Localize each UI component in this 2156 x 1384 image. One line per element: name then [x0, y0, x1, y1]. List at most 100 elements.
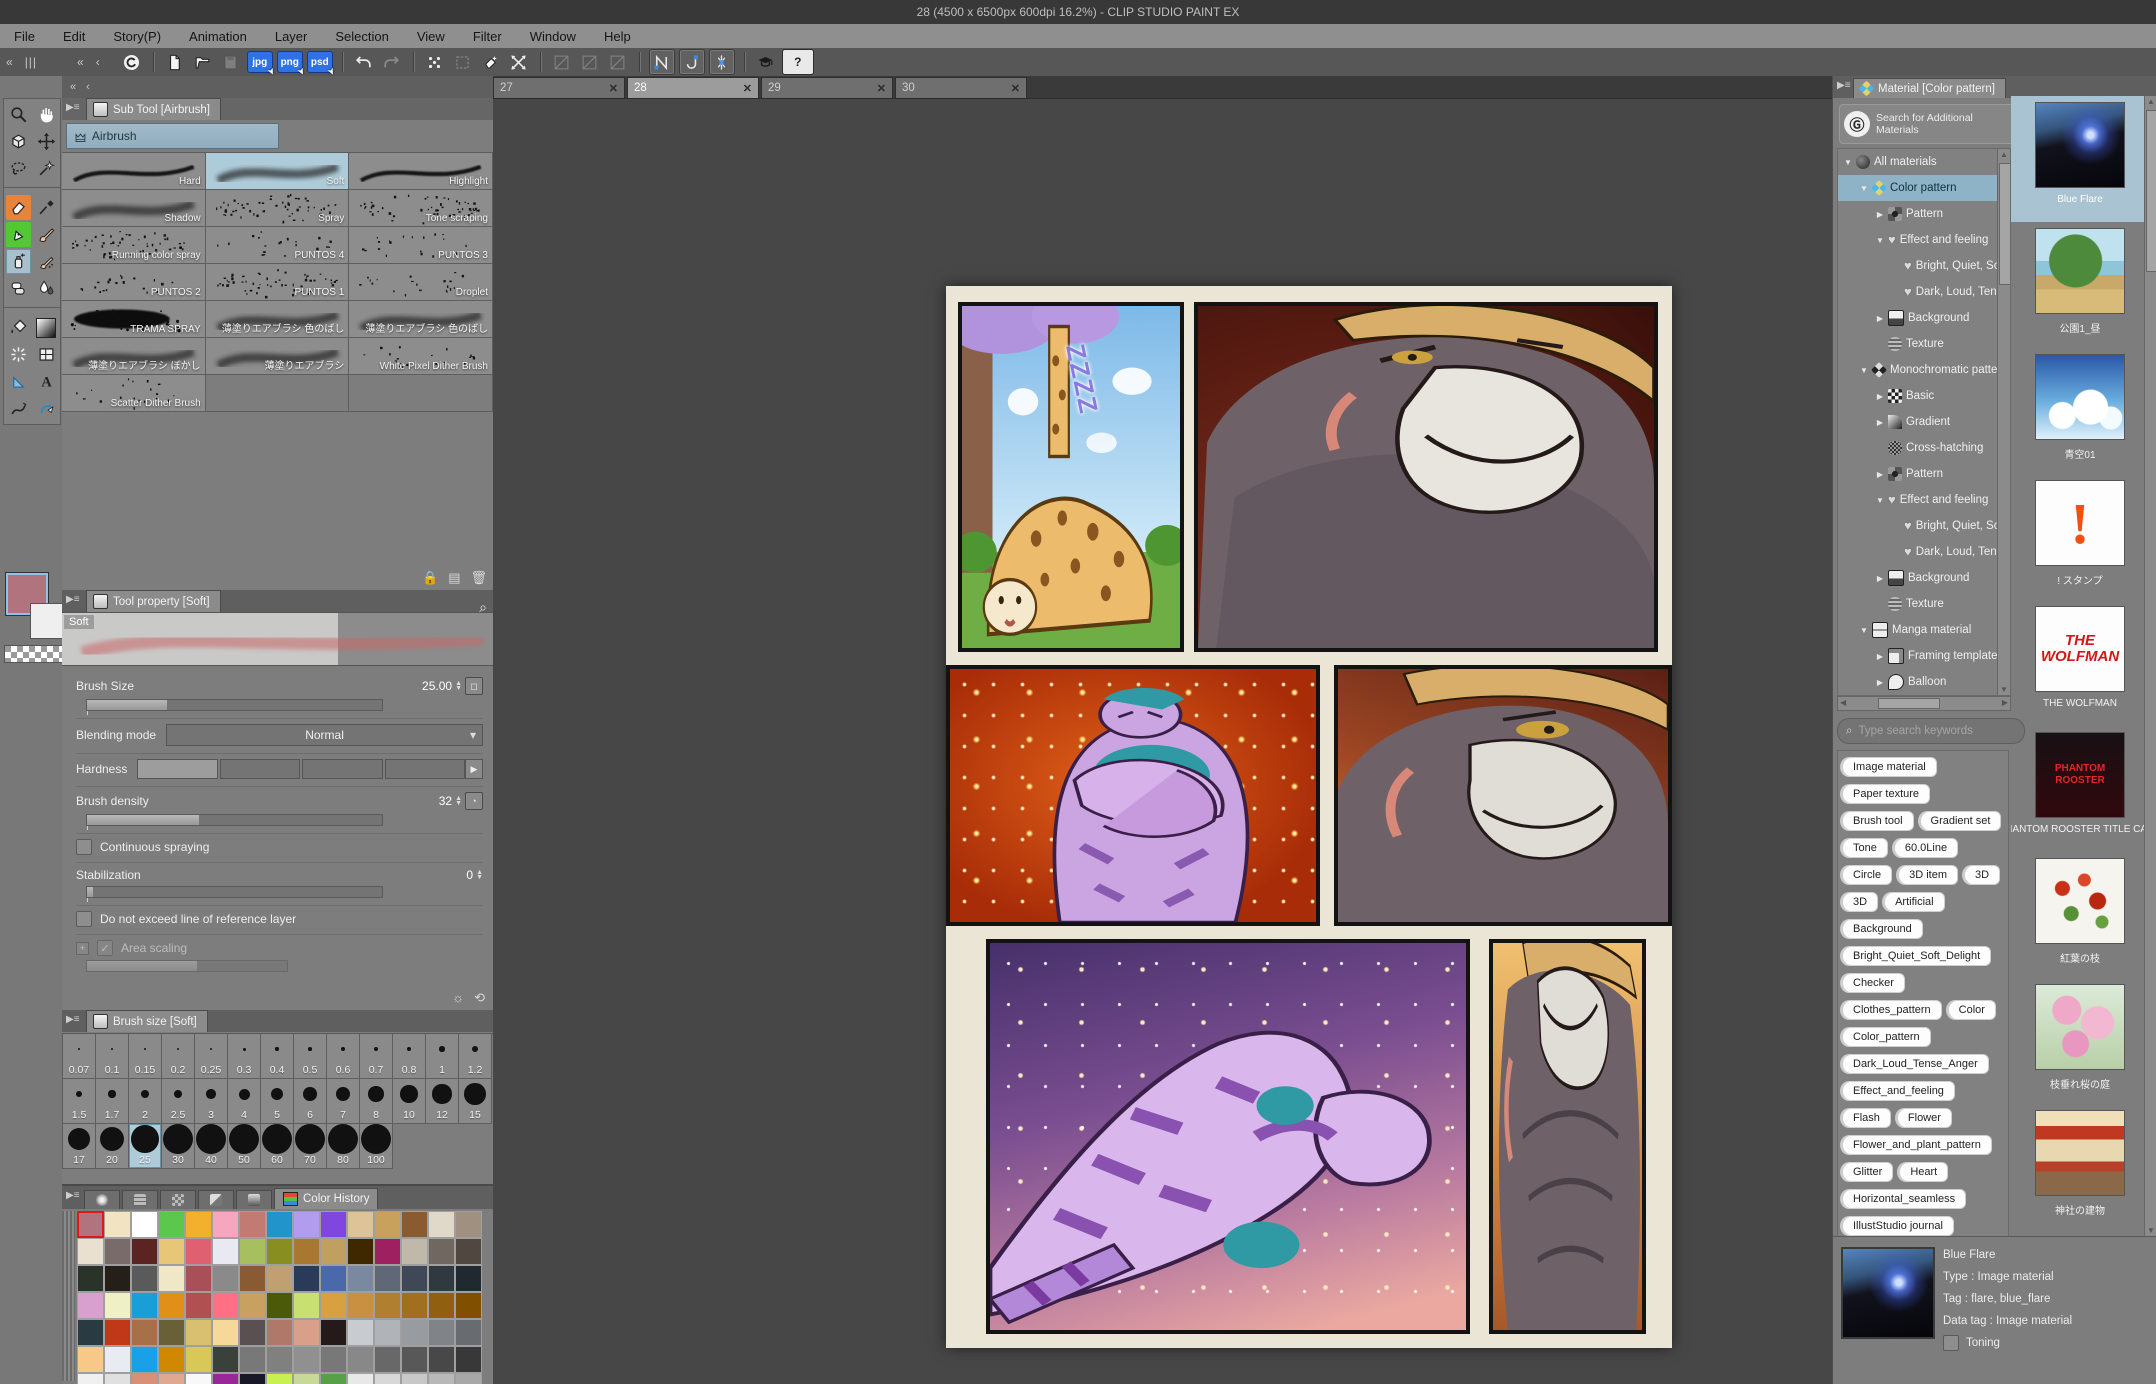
airbrush-group-button[interactable]: 🜲Airbrush — [66, 123, 279, 149]
color-swatch[interactable] — [401, 1292, 428, 1319]
color-swatch[interactable] — [266, 1211, 293, 1238]
duplicate-subtool-icon[interactable]: ▤ — [448, 570, 460, 586]
airbrush-icon[interactable] — [6, 249, 31, 274]
subtool-brush[interactable]: 薄塗りエアブラシ 色のばし — [349, 301, 493, 338]
keyword-tag[interactable]: Flower_and_plant_pattern — [1842, 1135, 1992, 1155]
tree-expand-arrow[interactable]: ▼ — [1858, 366, 1870, 375]
panel-menu-icon[interactable]: ▶≡ — [66, 1190, 80, 1201]
color-swatch[interactable] — [104, 1265, 131, 1292]
color-swatch[interactable] — [428, 1238, 455, 1265]
color-swatch[interactable] — [158, 1265, 185, 1292]
subtool-brush[interactable]: Tone scraping — [349, 190, 493, 227]
tree-item-cross-hatching[interactable]: Cross-hatching — [1838, 435, 2010, 461]
color-swatch[interactable] — [212, 1346, 239, 1373]
brush-size-25[interactable]: 25 — [129, 1124, 162, 1169]
tab-color-history[interactable]: Color History — [274, 1188, 378, 1209]
tree-item-bright-quiet-soft-[interactable]: ♥Bright, Quiet, Soft ; — [1838, 253, 2010, 279]
brush-density-slider[interactable] — [86, 814, 383, 826]
subtool-brush[interactable]: Scatter Dither Brush — [62, 375, 206, 412]
howto-button-icon[interactable] — [754, 50, 778, 74]
material-item[interactable]: !! スタンプ — [2011, 474, 2149, 600]
color-swatch[interactable] — [293, 1346, 320, 1373]
tree-item-basic[interactable]: ▶Basic — [1838, 383, 2010, 409]
color-swatch[interactable] — [320, 1319, 347, 1346]
color-swatch[interactable] — [131, 1238, 158, 1265]
tree-item-balloon[interactable]: ▶Balloon — [1838, 669, 2010, 695]
color-swatch[interactable] — [347, 1211, 374, 1238]
color-swatch[interactable] — [104, 1373, 131, 1384]
keyword-tag[interactable]: 3D item — [1898, 865, 1958, 885]
color-swatch[interactable] — [401, 1373, 428, 1384]
hardness-expand-button[interactable]: ▶ — [465, 759, 483, 779]
keyword-tag[interactable]: IllustStudio journal — [1842, 1216, 1954, 1236]
color-swatch[interactable] — [455, 1373, 482, 1384]
correct-line-icon[interactable] — [6, 396, 31, 421]
subtool-brush[interactable]: Soft — [206, 153, 350, 190]
color-swatch[interactable] — [293, 1238, 320, 1265]
brush-size-unit-button[interactable]: ◻ — [465, 677, 483, 695]
color-swatch[interactable] — [374, 1373, 401, 1384]
material-item[interactable]: 紅葉の枝 — [2011, 852, 2149, 978]
brush-size-4[interactable]: 4 — [228, 1079, 261, 1124]
material-tab[interactable]: Material [Color pattern] — [1853, 78, 2006, 98]
brush-size-3[interactable]: 3 — [195, 1079, 228, 1124]
tree-item-dark-loud-tense[interactable]: ♥Dark, Loud, Tense — [1838, 539, 2010, 565]
brush-icon[interactable] — [34, 222, 59, 247]
color-swatch[interactable] — [239, 1292, 266, 1319]
decoration-icon[interactable] — [34, 249, 59, 274]
color-swatch[interactable] — [77, 1373, 104, 1384]
brush-size-1.5[interactable]: 1.5 — [63, 1079, 96, 1124]
tree-item-dark-loud-tense[interactable]: ♥Dark, Loud, Tense — [1838, 279, 2010, 305]
close-tab-icon[interactable]: ✕ — [877, 82, 886, 95]
menu-view[interactable]: View — [403, 24, 459, 48]
auto-select-icon[interactable] — [34, 156, 59, 181]
brush-size-2[interactable]: 2 — [129, 1079, 162, 1124]
color-swatch[interactable] — [212, 1265, 239, 1292]
tree-item-framing-template[interactable]: ▶Framing template — [1838, 643, 2010, 669]
subtool-brush[interactable]: Droplet — [349, 264, 493, 301]
tree-item-gradient[interactable]: ▶Gradient — [1838, 409, 2010, 435]
keyword-tag[interactable]: Checker — [1842, 973, 1905, 993]
color-swatch[interactable] — [77, 1319, 104, 1346]
redo-button-icon[interactable] — [380, 50, 404, 74]
comic-page-canvas[interactable]: ZZZZ — [946, 286, 1672, 1348]
subtool-brush[interactable]: PUNTOS 4 — [206, 227, 350, 264]
panel-menu-icon[interactable]: ▶≡ — [66, 1014, 80, 1025]
hand-icon[interactable] — [34, 102, 59, 127]
color-swatch[interactable] — [455, 1292, 482, 1319]
subtool-brush[interactable]: TRAMA SPRAY — [62, 301, 206, 338]
color-swatch[interactable] — [185, 1373, 212, 1384]
export-png-button-icon[interactable]: png — [277, 51, 303, 73]
operation-icon[interactable] — [6, 129, 31, 154]
canvas-tab-27[interactable]: 27✕ — [493, 77, 625, 98]
brush-size-6[interactable]: 6 — [294, 1079, 327, 1124]
color-swatch[interactable] — [374, 1292, 401, 1319]
eraser-soft-icon[interactable] — [6, 276, 31, 301]
tree-item-pattern[interactable]: ▶Pattern — [1838, 201, 2010, 227]
snap-off-button-icon[interactable] — [550, 50, 574, 74]
color-swatch[interactable] — [401, 1346, 428, 1373]
eraser-icon[interactable] — [6, 195, 31, 220]
color-swatch[interactable] — [212, 1373, 239, 1384]
color-swatch[interactable] — [239, 1319, 266, 1346]
color-swatch[interactable] — [212, 1319, 239, 1346]
subtool-brush[interactable]: PUNTOS 1 — [206, 264, 350, 301]
brush-density-value[interactable]: 32▲▼◔ — [439, 792, 483, 810]
color-swatch[interactable] — [347, 1292, 374, 1319]
menu-storyp[interactable]: Story(P) — [99, 24, 175, 48]
brush-size-20[interactable]: 20 — [96, 1124, 129, 1169]
brush-size-100[interactable]: 100 — [360, 1124, 393, 1169]
saturated-line-icon[interactable] — [6, 342, 31, 367]
keyword-tag[interactable]: Paper texture — [1842, 784, 1930, 804]
tree-expand-arrow[interactable]: ▶ — [1874, 210, 1886, 219]
panel-menu-icon[interactable]: ▶≡ — [1837, 80, 1851, 91]
brush-size-0.25[interactable]: 0.25 — [195, 1034, 228, 1079]
toning-checkbox[interactable] — [1943, 1335, 1959, 1351]
color-swatch[interactable] — [131, 1373, 158, 1384]
color-swatch[interactable] — [428, 1373, 455, 1384]
tree-horizontal-scrollbar[interactable]: ◀▶ — [1837, 696, 2011, 711]
tree-expand-arrow[interactable]: ▶ — [1874, 392, 1886, 401]
color-swatch[interactable] — [158, 1346, 185, 1373]
keyword-tag[interactable]: Bright_Quiet_Soft_Delight — [1842, 946, 1991, 966]
color-swatch[interactable] — [347, 1346, 374, 1373]
